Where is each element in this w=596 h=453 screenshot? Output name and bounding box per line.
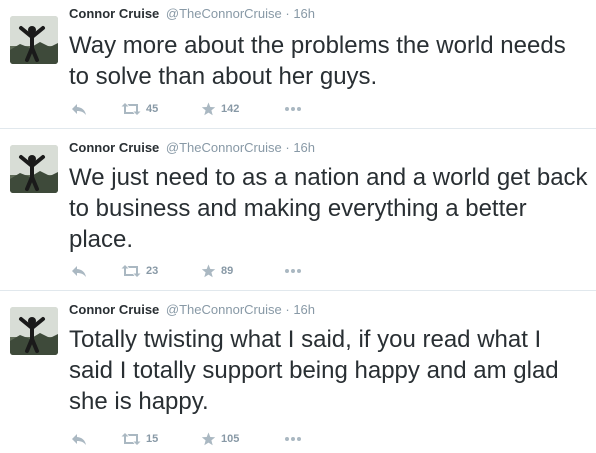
reply-icon [72, 434, 86, 445]
tweet[interactable]: Connor Cruise @TheConnorCruise · 16h Way… [0, 0, 596, 129]
star-icon [201, 264, 216, 278]
separator-dot: · [285, 302, 290, 317]
more-button[interactable] [284, 106, 302, 112]
reply-button[interactable] [71, 432, 87, 446]
separator-dot: · [285, 6, 290, 21]
retweet-count: 23 [146, 265, 159, 277]
retweet-button[interactable]: 15 [121, 432, 158, 446]
tweet-header: Connor Cruise @TheConnorCruise · 16h [69, 140, 315, 156]
user-handle[interactable]: @TheConnorCruise [166, 302, 282, 317]
tweet[interactable]: Connor Cruise @TheConnorCruise · 16h We … [0, 129, 596, 291]
tweet-header: Connor Cruise @TheConnorCruise · 16h [69, 6, 315, 22]
avatar[interactable] [10, 16, 58, 64]
timestamp[interactable]: 16h [293, 6, 315, 21]
tweet[interactable]: Connor Cruise @TheConnorCruise · 16h Tot… [0, 291, 596, 453]
user-name[interactable]: Connor Cruise [69, 140, 159, 155]
user-name[interactable]: Connor Cruise [69, 302, 159, 317]
reply-icon [72, 266, 86, 277]
retweet-button[interactable]: 23 [121, 264, 158, 278]
tweet-header: Connor Cruise @TheConnorCruise · 16h [69, 302, 315, 318]
tweet-timeline: Connor Cruise @TheConnorCruise · 16h Way… [0, 0, 596, 453]
reply-button[interactable] [71, 102, 87, 116]
reply-button[interactable] [71, 264, 87, 278]
star-icon [201, 432, 216, 446]
favorite-button[interactable]: 89 [201, 264, 233, 278]
more-button[interactable] [284, 268, 302, 274]
favorite-count: 105 [221, 433, 240, 445]
retweet-icon [121, 433, 141, 445]
more-button[interactable] [284, 436, 302, 442]
retweet-button[interactable]: 45 [121, 102, 158, 116]
more-icon [285, 107, 301, 111]
more-icon [285, 269, 301, 273]
retweet-icon [121, 103, 141, 115]
retweet-count: 15 [146, 433, 159, 445]
user-handle[interactable]: @TheConnorCruise [166, 6, 282, 21]
tweet-text: We just need to as a nation and a world … [69, 164, 588, 253]
tweet-text: Way more about the problems the world ne… [69, 32, 566, 90]
avatar[interactable] [10, 307, 58, 355]
timestamp[interactable]: 16h [293, 140, 315, 155]
user-handle[interactable]: @TheConnorCruise [166, 140, 282, 155]
timestamp[interactable]: 16h [293, 302, 315, 317]
more-icon [285, 437, 301, 441]
retweet-count: 45 [146, 103, 159, 115]
reply-icon [72, 104, 86, 115]
favorite-button[interactable]: 105 [201, 432, 239, 446]
separator-dot: · [285, 140, 290, 155]
favorite-count: 89 [221, 265, 234, 277]
retweet-icon [121, 265, 141, 277]
avatar[interactable] [10, 145, 58, 193]
user-name[interactable]: Connor Cruise [69, 6, 159, 21]
tweet-text: Totally twisting what I said, if you rea… [69, 326, 559, 415]
favorite-count: 142 [221, 103, 240, 115]
favorite-button[interactable]: 142 [201, 102, 239, 116]
star-icon [201, 102, 216, 116]
